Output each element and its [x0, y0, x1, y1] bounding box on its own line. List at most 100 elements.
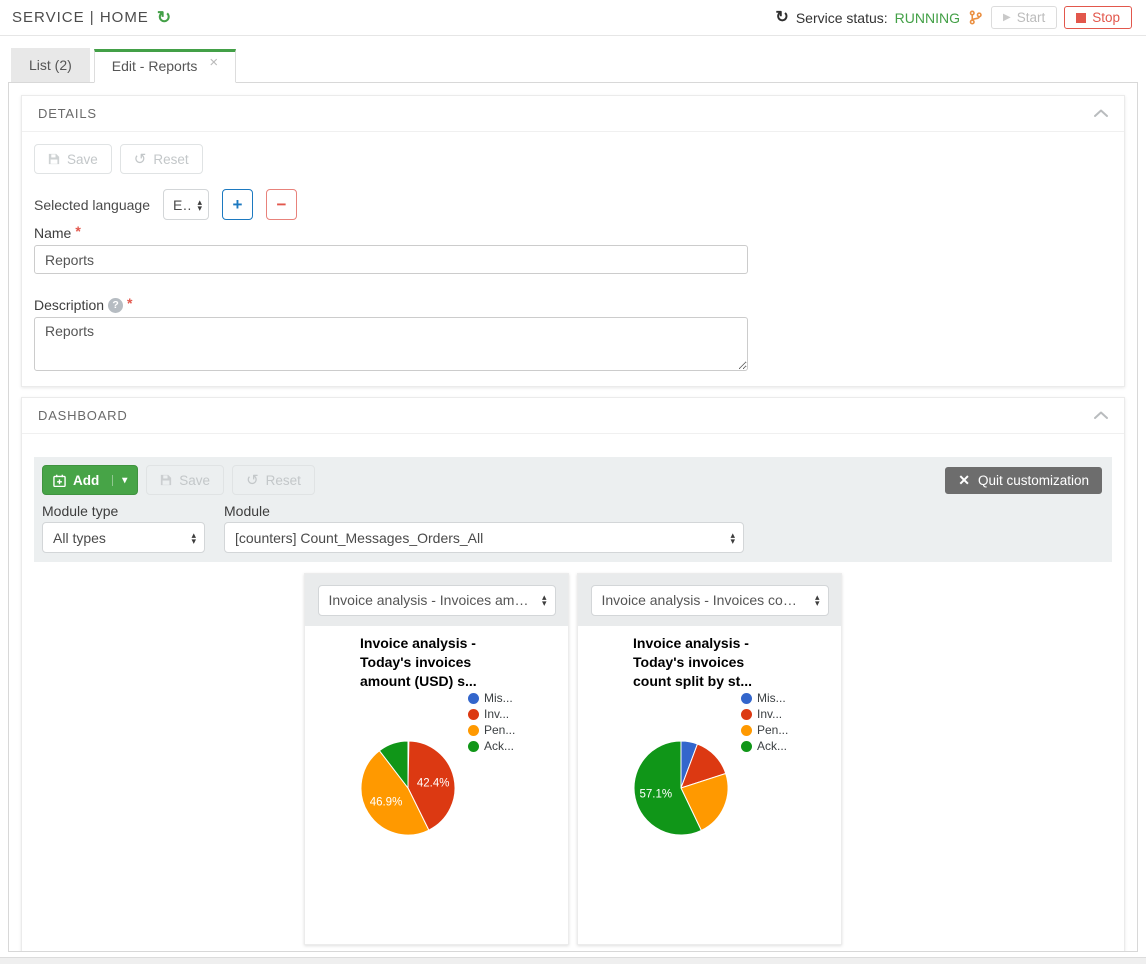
- remove-language-button[interactable]: −: [266, 189, 297, 220]
- select-arrows-icon: ▴▾: [197, 199, 202, 211]
- dashboard-panel-header: DASHBOARD: [22, 398, 1124, 434]
- legend-item: Inv...: [468, 706, 515, 722]
- widget-invoices-amount: Invoice analysis - Invoices amoun ▴▾ Inv…: [304, 573, 569, 945]
- add-widget-button[interactable]: Add ▾: [42, 465, 138, 495]
- legend-dot: [468, 725, 479, 736]
- dashboard-reset-button[interactable]: ↺ Reset: [232, 465, 315, 495]
- save-icon: [160, 474, 172, 486]
- chart-title: Invoice analysis -Today's invoicesamount…: [360, 634, 477, 691]
- language-select[interactable]: EN ▴▾: [163, 189, 209, 220]
- legend-dot: [741, 725, 752, 736]
- dashboard-panel: DASHBOARD Add: [21, 397, 1125, 952]
- legend-dot: [468, 709, 479, 720]
- widget-invoices-count: Invoice analysis - Invoices count s ▴▾ I…: [577, 573, 842, 945]
- name-label-row: Name *: [34, 225, 1112, 241]
- details-save-button[interactable]: Save: [34, 144, 112, 174]
- page-title: SERVICE | HOME: [12, 9, 149, 26]
- save-icon: [48, 153, 60, 165]
- add-language-button[interactable]: +: [222, 189, 253, 220]
- legend-item: Ack...: [468, 738, 515, 754]
- chart-legend: Mis...Inv...Pen... Ack...: [468, 690, 515, 754]
- reset-icon: ↺: [246, 473, 259, 488]
- legend-item: Pen...: [468, 722, 515, 738]
- calendar-plus-icon: [53, 474, 66, 487]
- service-status-value: RUNNING: [895, 10, 960, 26]
- widget-chart-select[interactable]: Invoice analysis - Invoices amoun ▴▾: [318, 585, 556, 616]
- legend-item: Pen...: [741, 722, 788, 738]
- name-input[interactable]: [34, 245, 748, 274]
- select-arrows-icon: ▴▾: [191, 532, 196, 544]
- details-title: DETAILS: [38, 106, 97, 121]
- legend-label: Pen...: [757, 723, 788, 737]
- legend-item: Mis...: [741, 690, 788, 706]
- select-arrows-icon: ▴▾: [815, 594, 820, 606]
- legend-dot: [741, 741, 752, 752]
- select-arrows-icon: ▴▾: [730, 532, 735, 544]
- details-panel-body: Save ↺ Reset Selected language EN ▴▾ + −…: [22, 132, 1124, 386]
- dashboard-panel-body: Add ▾ Save ↺ Reset ✕ Quit customization: [22, 434, 1124, 952]
- collapse-chevron-icon[interactable]: [1094, 109, 1108, 118]
- legend-label: Inv...: [757, 707, 782, 721]
- branch-icon[interactable]: [969, 10, 982, 25]
- description-label: Description: [34, 297, 104, 313]
- details-panel: DETAILS Save ↺ Reset Selected language E…: [21, 95, 1125, 387]
- pie-chart: Invoice analysis -Today's invoicesamount…: [305, 626, 568, 944]
- caret-down-icon[interactable]: ▾: [112, 475, 127, 486]
- chart-legend: Mis... Inv... Pen... Ack...: [741, 690, 788, 754]
- pie-slice-label: 57.1%: [639, 789, 672, 801]
- close-icon: ✕: [958, 472, 970, 489]
- module-select[interactable]: [counters] Count_Messages_Orders_All ▴▾: [224, 522, 744, 553]
- legend-label: Ack...: [757, 739, 787, 753]
- widget-header: Invoice analysis - Invoices count s ▴▾: [578, 574, 841, 626]
- legend-dot: [741, 709, 752, 720]
- legend-label: Mis...: [757, 691, 786, 705]
- page: { "topbar": { "title": "SERVICE | HOME",…: [0, 0, 1146, 964]
- reset-icon: ↺: [134, 152, 147, 167]
- dashboard-title: DASHBOARD: [38, 408, 128, 423]
- legend-dot: [468, 741, 479, 752]
- refresh-icon[interactable]: ↻: [157, 9, 171, 26]
- widgets-row: Invoice analysis - Invoices amoun ▴▾ Inv…: [34, 573, 1112, 945]
- status-refresh-icon[interactable]: ↻: [775, 10, 788, 26]
- service-status-label: Service status:: [796, 10, 888, 26]
- widget-chart-select[interactable]: Invoice analysis - Invoices count s ▴▾: [591, 585, 829, 616]
- required-asterisk: *: [127, 295, 132, 311]
- legend-item: Ack...: [741, 738, 788, 754]
- selected-language-label: Selected language: [34, 197, 150, 213]
- chart-title: Invoice analysis -Today's invoicescount …: [633, 634, 752, 691]
- start-button[interactable]: ▶ Start: [991, 6, 1057, 29]
- legend-label: Ack...: [484, 739, 514, 753]
- play-icon: ▶: [1003, 12, 1011, 23]
- name-label: Name: [34, 225, 71, 241]
- module-label: Module: [224, 503, 270, 519]
- legend-dot: [741, 693, 752, 704]
- tab-list[interactable]: List (2): [11, 48, 90, 82]
- details-panel-header: DETAILS: [22, 96, 1124, 132]
- stop-button[interactable]: Stop: [1064, 6, 1132, 29]
- tab-bar: List (2) Edit - Reports ×: [11, 47, 1146, 82]
- pie-slice-label: 42.4%: [417, 777, 450, 789]
- tab-edit-reports[interactable]: Edit - Reports ×: [94, 49, 236, 83]
- tab-close-icon[interactable]: ×: [209, 55, 218, 70]
- dashboard-save-button[interactable]: Save: [146, 465, 224, 495]
- dashboard-toolbar: Add ▾ Save ↺ Reset ✕ Quit customization: [34, 457, 1112, 562]
- legend-item: Mis...: [468, 690, 515, 706]
- required-asterisk: *: [75, 223, 80, 239]
- collapse-chevron-icon[interactable]: [1094, 411, 1108, 420]
- help-icon[interactable]: ?: [108, 298, 123, 313]
- description-textarea[interactable]: Reports: [34, 317, 748, 371]
- topbar: SERVICE | HOME ↻ ↻ Service status: RUNNI…: [0, 0, 1146, 36]
- legend-label: Mis...: [484, 691, 513, 705]
- footer-strip: [0, 957, 1146, 964]
- module-type-select[interactable]: All types ▴▾: [42, 522, 205, 553]
- legend-label: Pen...: [484, 723, 515, 737]
- quit-customization-button[interactable]: ✕ Quit customization: [945, 467, 1102, 494]
- stop-icon: [1076, 13, 1086, 23]
- legend-item: Inv...: [741, 706, 788, 722]
- widget-header: Invoice analysis - Invoices amoun ▴▾: [305, 574, 568, 626]
- description-label-row: Description ? *: [34, 297, 1112, 313]
- legend-dot: [468, 693, 479, 704]
- tab-content: DETAILS Save ↺ Reset Selected language E…: [8, 82, 1138, 952]
- pie-chart-svg: 57.1%: [621, 728, 741, 848]
- details-reset-button[interactable]: ↺ Reset: [120, 144, 203, 174]
